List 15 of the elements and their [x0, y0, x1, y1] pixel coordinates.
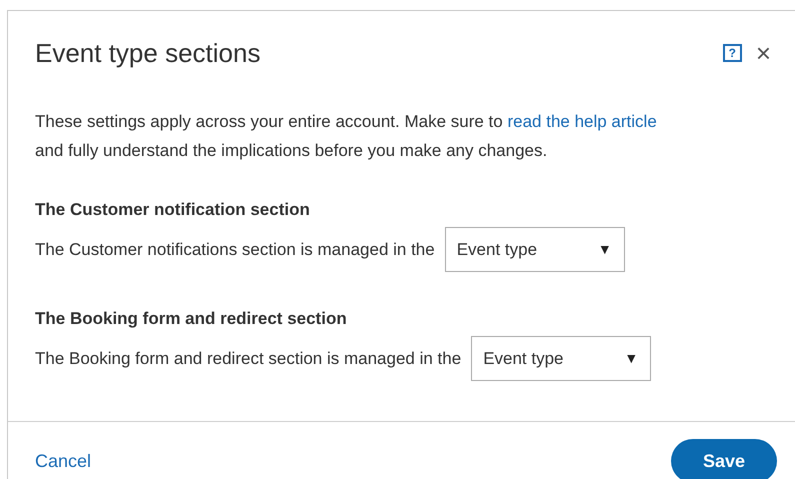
cancel-link[interactable]: Cancel [35, 448, 92, 474]
setting-label: The Customer notifications section is managed in the [35, 238, 435, 261]
dialog-title: Event type sections [35, 36, 260, 70]
caret-icon: ▼ [598, 239, 612, 260]
intro-paragraph: These settings apply across your entire account. Make sure to read the help article and fully understand the implications before you make any changes. [34, 111, 658, 162]
help-button[interactable]: ? [722, 44, 742, 62]
save-button[interactable]: Save [671, 439, 777, 479]
section-heading: The Booking form and redirect section [35, 308, 348, 330]
setting-label: The Booking form and redirect section is managed in the [35, 348, 462, 370]
section-heading: The Customer notification section [35, 199, 311, 221]
close-button[interactable]: × [756, 40, 771, 66]
caret-icon: ▼ [624, 348, 638, 369]
event-type-dropdown[interactable]: Event type ▼ [444, 227, 625, 272]
help-article-link[interactable]: read the help article [507, 112, 657, 131]
event-type-dropdown[interactable]: Event type ▼ [471, 336, 652, 381]
